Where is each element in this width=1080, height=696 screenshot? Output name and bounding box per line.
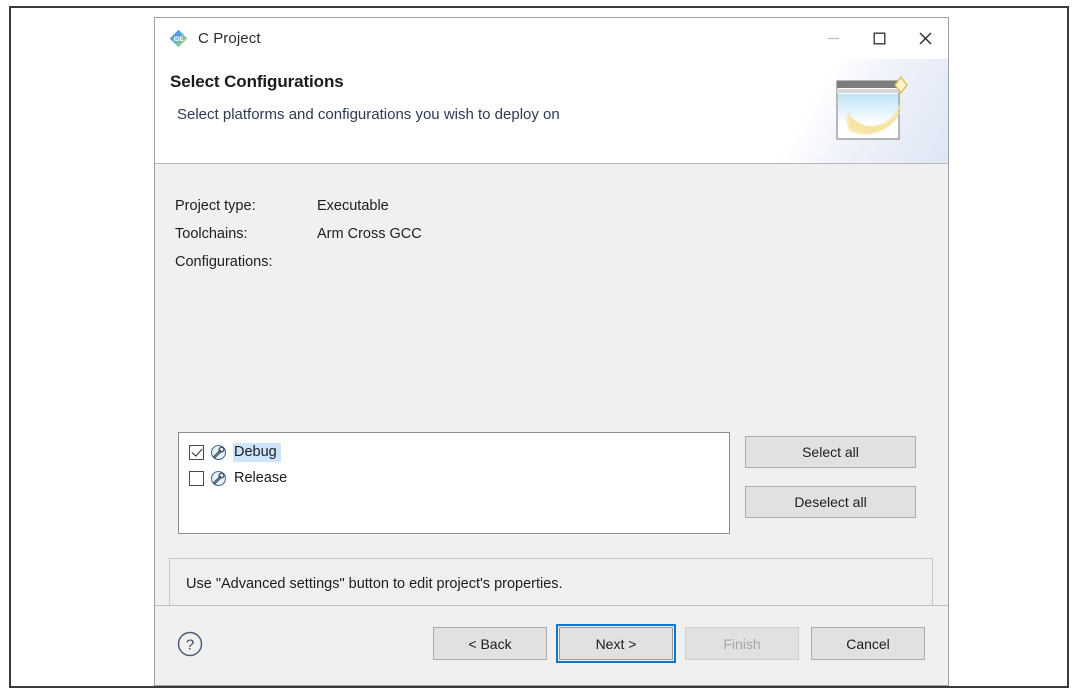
toolchains-label: Toolchains: [175,226,317,242]
toolchains-value: Arm Cross GCC [317,226,422,242]
project-type-label: Project type: [175,198,317,214]
c-project-wizard-dialog: IDE C Project [154,17,949,686]
deselect-all-button[interactable]: Deselect all [745,486,916,518]
project-type-value: Executable [317,198,389,214]
checkbox-debug[interactable] [189,445,204,460]
info-line-1: Use "Advanced settings" button to edit p… [186,573,916,596]
close-icon[interactable] [902,18,948,59]
dialog-footer: ? < Back Next > Finish Cancel [155,605,948,685]
title-bar-left: IDE C Project [155,28,261,49]
finish-button: Finish [685,627,799,660]
list-item[interactable]: Release [179,465,729,491]
configurations-label: Configurations: [175,254,317,270]
minimize-icon[interactable] [810,18,856,59]
config-label-release: Release [233,469,291,488]
title-bar: IDE C Project [155,18,948,59]
page-subtitle: Select platforms and configurations you … [177,106,560,123]
project-summary: Project type: Executable Toolchains: Arm… [175,192,422,276]
ide-diamond-icon: IDE [168,28,189,49]
config-tool-icon [210,470,227,487]
back-button[interactable]: < Back [433,627,547,660]
configurations-listbox[interactable]: Debug Release [178,432,730,534]
screenshot-frame: IDE C Project [9,6,1069,688]
wizard-banner: Select Configurations Select platforms a… [155,59,948,164]
select-all-button[interactable]: Select all [745,436,916,468]
window-controls [810,18,948,59]
svg-text:?: ? [186,637,194,654]
help-icon[interactable]: ? [177,631,203,657]
listbox-side-buttons: Select all Deselect all [745,436,916,518]
next-button[interactable]: Next > [559,627,673,660]
wizard-window-sparkle-icon [825,67,925,157]
dialog-body: Project type: Executable Toolchains: Arm… [155,164,948,605]
config-tool-icon [210,444,227,461]
checkbox-release[interactable] [189,471,204,486]
window-title: C Project [198,30,261,47]
summary-row-project-type: Project type: Executable [175,192,422,220]
list-item[interactable]: Debug [179,439,729,465]
config-label-debug: Debug [233,443,281,462]
maximize-icon[interactable] [856,18,902,59]
wizard-nav-buttons: < Back Next > Finish Cancel [433,627,925,660]
svg-text:IDE: IDE [173,37,183,43]
page-title: Select Configurations [170,72,344,92]
summary-row-toolchains: Toolchains: Arm Cross GCC [175,220,422,248]
summary-row-configurations: Configurations: [175,248,422,276]
cancel-button[interactable]: Cancel [811,627,925,660]
